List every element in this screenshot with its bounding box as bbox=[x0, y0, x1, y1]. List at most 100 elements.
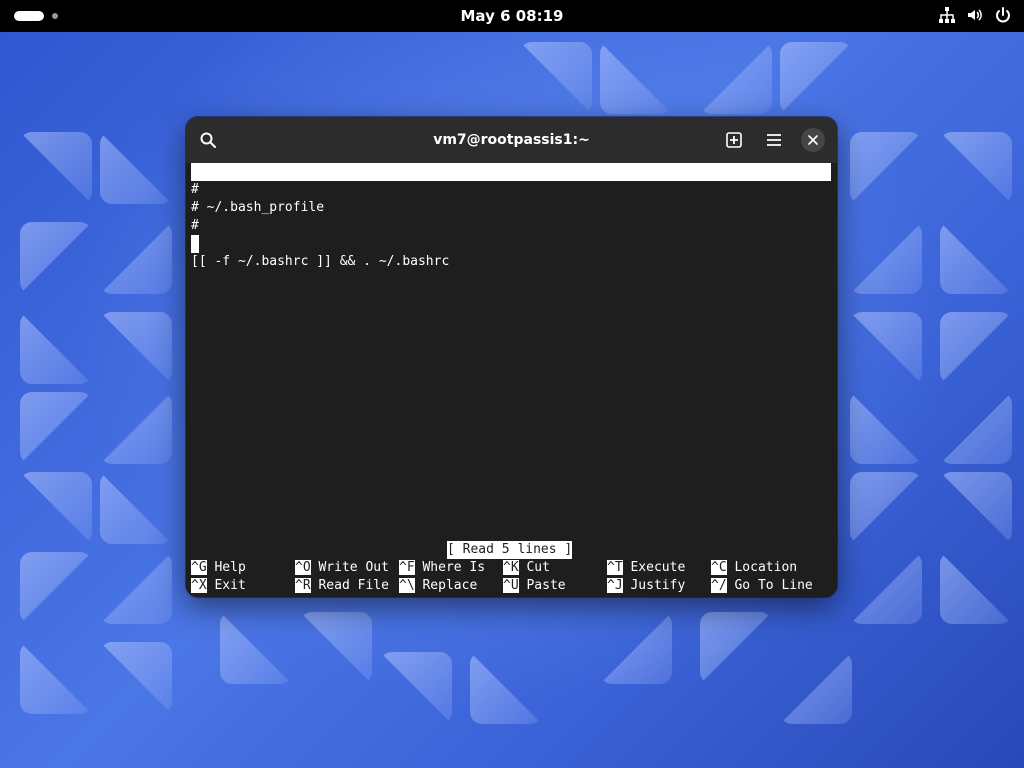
wallpaper-shape bbox=[940, 472, 1012, 544]
wallpaper-shape bbox=[940, 392, 1012, 464]
shortcut-label: Justify bbox=[630, 578, 686, 593]
workspace-dot[interactable] bbox=[52, 13, 58, 19]
wallpaper-shape bbox=[20, 472, 92, 544]
wallpaper-shape bbox=[850, 552, 922, 624]
shortcut-key: ^O bbox=[295, 560, 311, 575]
wallpaper-shape bbox=[100, 472, 172, 544]
menu-button[interactable] bbox=[762, 128, 786, 152]
shortcut-label: Read File bbox=[318, 578, 389, 593]
wallpaper-shape bbox=[600, 42, 672, 114]
new-tab-icon bbox=[726, 132, 742, 148]
editor-line[interactable]: # bbox=[191, 217, 199, 235]
wallpaper-shape bbox=[850, 132, 922, 204]
terminal-titlebar[interactable]: vm7@rootpassis1:~ bbox=[186, 117, 837, 163]
shortcut-replace: ^\ Replace bbox=[399, 577, 477, 595]
wallpaper-shape bbox=[20, 552, 92, 624]
shortcut-help: ^G Help bbox=[191, 559, 246, 577]
editor-line[interactable]: # ~/.bash_profile bbox=[191, 199, 324, 217]
shortcut-key: ^F bbox=[399, 560, 415, 575]
clock-label[interactable]: May 6 08:19 bbox=[461, 7, 564, 25]
wallpaper-shape bbox=[300, 612, 372, 684]
wallpaper-shape bbox=[780, 42, 852, 114]
shortcut-where-is: ^F Where Is bbox=[399, 559, 485, 577]
shortcut-label: Cut bbox=[526, 560, 550, 575]
shortcut-key: ^K bbox=[503, 560, 519, 575]
shortcut-label: Exit bbox=[214, 578, 246, 593]
wallpaper-shape bbox=[100, 132, 172, 204]
wallpaper-shape bbox=[700, 612, 772, 684]
shortcut-justify: ^J Justify bbox=[607, 577, 685, 595]
shortcut-label: Execute bbox=[630, 560, 686, 575]
shortcut-label: Go To Line bbox=[734, 578, 813, 593]
wallpaper-shape bbox=[20, 312, 92, 384]
wallpaper-shape bbox=[380, 652, 452, 724]
wallpaper-shape bbox=[100, 552, 172, 624]
shortcut-key: ^C bbox=[711, 560, 727, 575]
close-icon bbox=[808, 135, 818, 145]
wallpaper-shape bbox=[100, 222, 172, 294]
wallpaper-shape bbox=[20, 392, 92, 464]
shortcut-key: ^G bbox=[191, 560, 207, 575]
wallpaper-shape bbox=[20, 222, 92, 294]
power-icon[interactable] bbox=[994, 6, 1012, 24]
clock-container: May 6 08:19 bbox=[0, 0, 1024, 32]
shortcut-label: Replace bbox=[422, 578, 478, 593]
system-tray[interactable] bbox=[938, 6, 1012, 24]
volume-icon[interactable] bbox=[966, 6, 984, 24]
network-wired-icon[interactable] bbox=[938, 6, 956, 24]
shortcut-location: ^C Location bbox=[711, 559, 797, 577]
wallpaper-shape bbox=[100, 312, 172, 384]
terminal-window[interactable]: vm7@rootpassis1:~ GNU nano 8.0 .bash_pro… bbox=[186, 117, 837, 597]
shortcut-key: ^T bbox=[607, 560, 623, 575]
shortcut-key: ^J bbox=[607, 578, 623, 593]
shortcut-label: Paste bbox=[526, 578, 566, 593]
shortcut-read-file: ^R Read File bbox=[295, 577, 389, 595]
shortcut-execute: ^T Execute bbox=[607, 559, 685, 577]
shortcut-go-to-line: ^/ Go To Line bbox=[711, 577, 813, 595]
shortcut-key: ^U bbox=[503, 578, 519, 593]
wallpaper-shape bbox=[20, 132, 92, 204]
wallpaper-shape bbox=[850, 222, 922, 294]
wallpaper-shape bbox=[600, 612, 672, 684]
wallpaper-shape bbox=[850, 472, 922, 544]
shortcut-label: Location bbox=[734, 560, 798, 575]
editor-line[interactable]: [[ -f ~/.bashrc ]] && . ~/.bashrc bbox=[191, 253, 449, 271]
activities-indicator[interactable] bbox=[14, 11, 58, 21]
wallpaper-shape bbox=[850, 392, 922, 464]
top-bar: May 6 08:19 bbox=[0, 0, 1024, 32]
editor-line[interactable]: # bbox=[191, 181, 199, 199]
wallpaper-shape bbox=[700, 42, 772, 114]
shortcut-key: ^\ bbox=[399, 578, 415, 593]
wallpaper-shape bbox=[520, 42, 592, 114]
nano-shortcut-bar: ^G Help ^X Exit ^O Write Out ^R Read Fil… bbox=[191, 559, 831, 595]
nano-version: GNU nano 8.0 bbox=[207, 182, 301, 197]
shortcut-key: ^/ bbox=[711, 578, 727, 593]
shortcut-cut: ^K Cut bbox=[503, 559, 550, 577]
wallpaper-shape bbox=[100, 392, 172, 464]
nano-status-message: [ Read 5 lines ] bbox=[447, 541, 573, 559]
shortcut-label: Help bbox=[214, 560, 246, 575]
wallpaper-shape bbox=[940, 552, 1012, 624]
wallpaper-shape bbox=[780, 652, 852, 724]
nano-filename: .bash_profile bbox=[471, 200, 573, 215]
wallpaper-shape bbox=[100, 642, 172, 714]
shortcut-label: Where Is bbox=[422, 560, 486, 575]
wallpaper-shape bbox=[470, 652, 542, 724]
terminal-content[interactable]: GNU nano 8.0 .bash_profile # # ~/.bash_p… bbox=[191, 163, 832, 593]
workspace-active-pill[interactable] bbox=[14, 11, 44, 21]
shortcut-key: ^R bbox=[295, 578, 311, 593]
shortcut-paste: ^U Paste bbox=[503, 577, 566, 595]
nano-header: GNU nano 8.0 .bash_profile bbox=[191, 163, 831, 215]
wallpaper-shape bbox=[220, 612, 292, 684]
wallpaper-shape bbox=[940, 132, 1012, 204]
wallpaper-shape bbox=[20, 642, 92, 714]
wallpaper-shape bbox=[940, 312, 1012, 384]
text-cursor bbox=[191, 235, 199, 253]
close-button[interactable] bbox=[801, 128, 825, 152]
wallpaper-shape bbox=[940, 222, 1012, 294]
shortcut-exit: ^X Exit bbox=[191, 577, 246, 595]
wallpaper-shape bbox=[850, 312, 922, 384]
new-tab-button[interactable] bbox=[722, 128, 746, 152]
shortcut-key: ^X bbox=[191, 578, 207, 593]
menu-icon bbox=[767, 134, 781, 146]
